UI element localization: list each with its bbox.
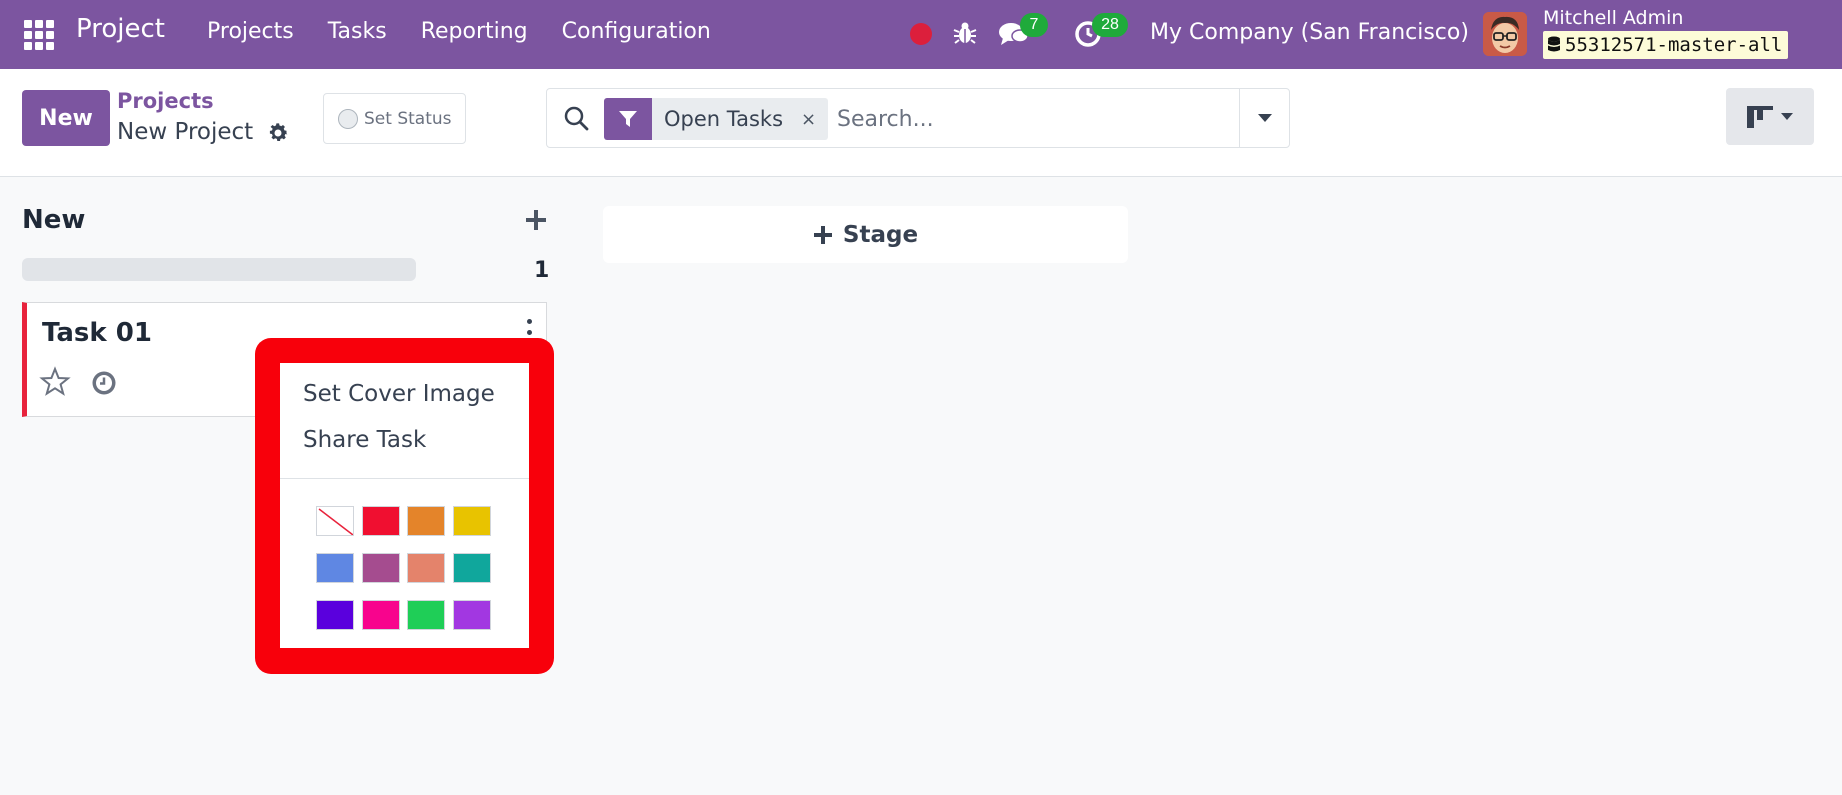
caret-down-icon	[1257, 114, 1272, 122]
filter-icon	[604, 98, 652, 140]
company-switcher[interactable]: My Company (San Francisco)	[1150, 20, 1469, 45]
top-navbar: Project Projects Tasks Reporting Configu…	[0, 0, 1842, 69]
star-icon[interactable]	[39, 366, 71, 398]
database-badge: 55312571-master-all	[1543, 31, 1789, 59]
color-swatch[interactable]	[452, 506, 491, 536]
main-menu: Projects Tasks Reporting Configuration	[207, 19, 745, 44]
search-input[interactable]	[837, 99, 1277, 139]
database-name: 55312571-master-all	[1565, 34, 1783, 56]
color-swatch[interactable]	[407, 600, 445, 630]
color-swatch[interactable]	[452, 553, 491, 583]
activities-count-badge: 28	[1092, 13, 1128, 37]
menu-item-reporting[interactable]: Reporting	[421, 19, 528, 44]
add-stage-label: Stage	[842, 221, 919, 248]
breadcrumb-current: New Project	[117, 119, 254, 145]
app-grid-icon[interactable]	[24, 20, 54, 50]
kanban-view-icon	[1747, 105, 1773, 128]
add-stage-button[interactable]: Stage	[603, 206, 1128, 263]
card-dropdown-menu: Set Cover Image Share Task	[280, 363, 529, 648]
user-avatar[interactable]	[1483, 12, 1527, 56]
search-bar: Open Tasks ×	[546, 88, 1290, 148]
messages-count-badge: 7	[1020, 13, 1048, 37]
plus-icon	[813, 225, 832, 244]
view-switcher[interactable]	[1726, 88, 1814, 145]
gear-icon[interactable]	[266, 121, 290, 145]
facet-remove-icon[interactable]: ×	[801, 109, 816, 130]
database-icon	[1548, 36, 1560, 52]
breadcrumb-projects[interactable]: Projects	[117, 89, 214, 113]
menu-item-tasks[interactable]: Tasks	[328, 19, 387, 44]
color-swatch[interactable]	[316, 600, 354, 630]
facet-body: Open Tasks ×	[652, 98, 829, 140]
color-swatch[interactable]	[407, 553, 445, 583]
set-status-button[interactable]: Set Status	[323, 93, 466, 144]
color-swatch-none[interactable]	[316, 506, 354, 536]
control-panel: New Projects New Project Set Status Open…	[0, 69, 1842, 177]
app-title[interactable]: Project	[76, 14, 165, 44]
task-title: Task 01	[42, 318, 152, 348]
new-button[interactable]: New	[22, 90, 110, 146]
column-count: 1	[534, 258, 550, 283]
set-status-label: Set Status	[364, 108, 452, 129]
bug-icon[interactable]	[952, 20, 978, 46]
color-swatch[interactable]	[361, 506, 400, 536]
search-options-toggle[interactable]	[1239, 89, 1289, 147]
user-name[interactable]: Mitchell Admin	[1543, 7, 1683, 29]
facet-label: Open Tasks	[664, 107, 784, 131]
column-title[interactable]: New	[22, 205, 85, 235]
caret-down-icon	[1781, 113, 1793, 120]
share-task-item[interactable]: Share Task	[303, 427, 426, 453]
color-swatch[interactable]	[452, 600, 491, 630]
menu-item-configuration[interactable]: Configuration	[562, 19, 711, 44]
record-indicator-icon[interactable]	[910, 23, 932, 45]
search-facet: Open Tasks ×	[604, 98, 829, 140]
menu-divider	[280, 478, 529, 479]
color-swatch[interactable]	[407, 506, 445, 536]
color-swatch[interactable]	[361, 600, 400, 630]
menu-item-projects[interactable]: Projects	[207, 19, 294, 44]
color-swatch[interactable]	[316, 553, 354, 583]
search-icon[interactable]	[563, 105, 589, 131]
set-cover-image-item[interactable]: Set Cover Image	[303, 381, 495, 407]
column-progress-bar[interactable]	[22, 258, 416, 281]
activity-clock-icon[interactable]	[90, 369, 118, 397]
status-radio-icon	[338, 108, 358, 129]
color-swatch[interactable]	[361, 553, 400, 583]
add-task-icon[interactable]	[524, 208, 548, 232]
